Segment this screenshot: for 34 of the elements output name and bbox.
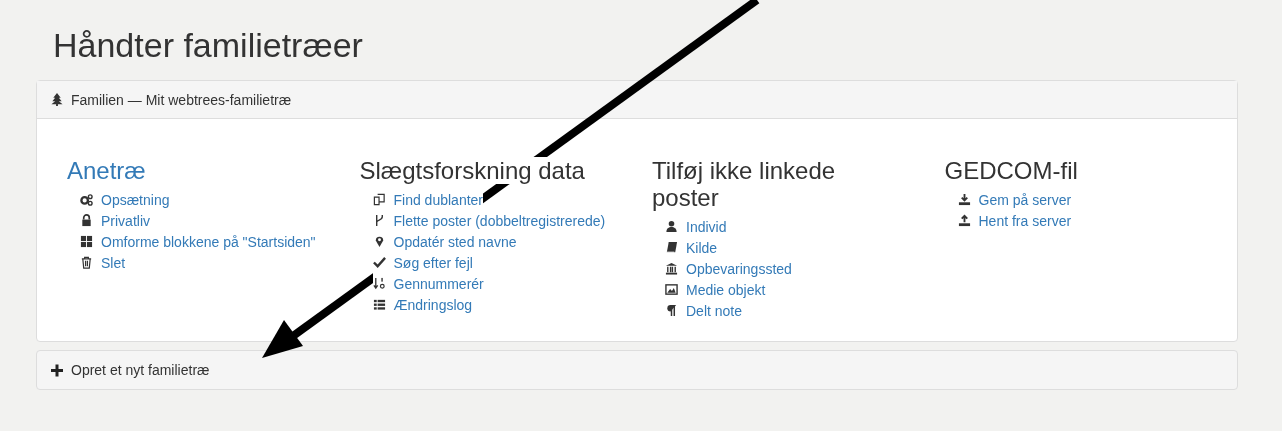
menu-link[interactable]: Slet	[101, 254, 126, 271]
lock-icon	[80, 214, 93, 227]
trash-icon	[80, 256, 93, 269]
menu-link[interactable]: Ændringslog	[393, 296, 473, 313]
menu-link[interactable]: Kilde	[686, 239, 718, 256]
create-label: Opret et nyt familietræ	[71, 362, 210, 378]
page-title: Håndter familietræer	[53, 25, 364, 66]
create-panel[interactable]: Opret et nyt familietræ	[36, 350, 1238, 390]
person-icon	[665, 220, 678, 233]
menu-link[interactable]: Delt note	[686, 302, 743, 319]
menu-link[interactable]: Opbevaringssted	[686, 260, 792, 277]
panel-title: Familien — Mit webtrees-familietræ	[71, 91, 292, 108]
check-icon	[372, 256, 386, 269]
bank-icon	[665, 262, 678, 275]
grid-icon	[80, 235, 93, 248]
list-icon	[372, 298, 386, 311]
section-heading: Slægtsforskning data	[359, 157, 585, 184]
menu-link[interactable]: Omforme blokkene på "Startsiden"	[101, 233, 316, 250]
sort-icon	[372, 277, 386, 290]
upload-icon	[957, 214, 971, 227]
tree-icon	[51, 93, 63, 106]
copy-icon	[372, 193, 386, 206]
paragraph-icon	[665, 304, 678, 317]
menu-link[interactable]: Individ	[686, 218, 727, 235]
gears-icon	[80, 193, 93, 206]
menu-link[interactable]: Privatliv	[101, 212, 150, 229]
menu-link[interactable]: Opsætning	[101, 191, 170, 208]
plus-icon	[51, 363, 63, 377]
menu-link[interactable]: Gennummerér	[393, 275, 484, 292]
menu-link[interactable]: Hent fra server	[978, 212, 1072, 229]
download-icon	[957, 193, 971, 206]
image-icon	[665, 283, 678, 296]
menu-link[interactable]: Medie objekt	[686, 281, 766, 298]
menu-link[interactable]: Gem på server	[978, 191, 1072, 208]
